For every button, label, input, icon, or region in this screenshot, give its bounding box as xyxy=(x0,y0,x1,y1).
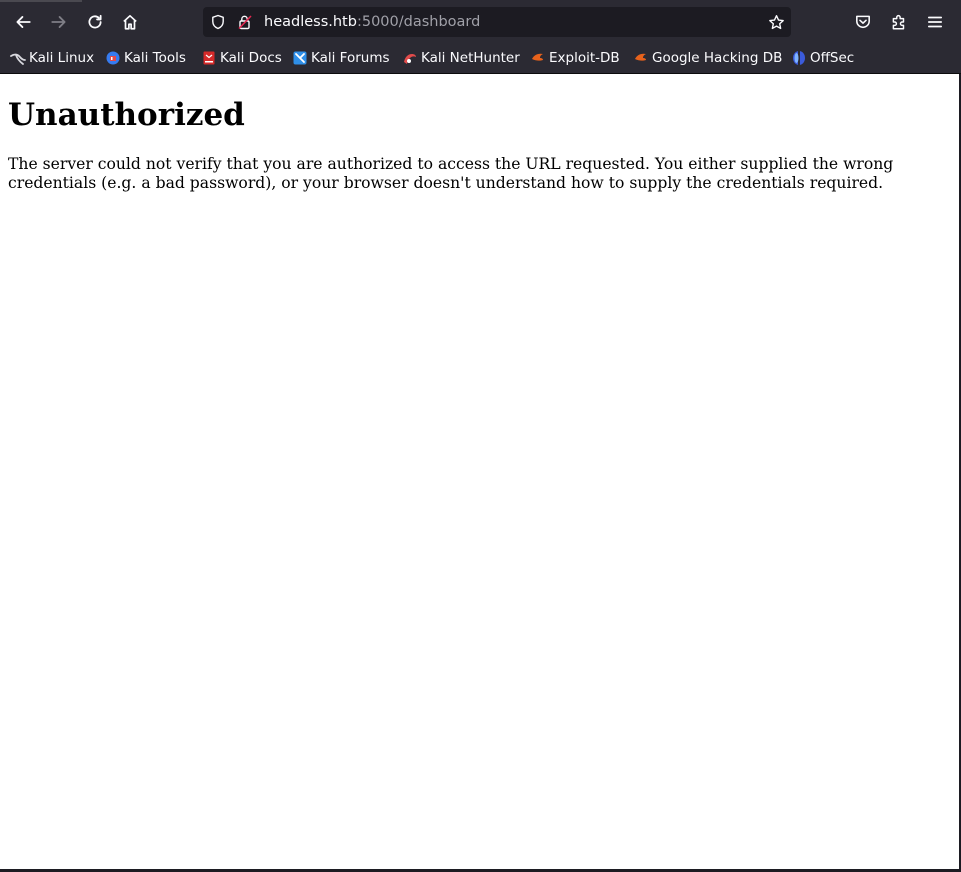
browser-toolbar: headless.htb:5000/dashboard xyxy=(0,0,961,44)
arrow-right-icon xyxy=(51,16,66,28)
page-title: Unauthorized xyxy=(8,97,245,133)
error-message: The server could not verify that you are… xyxy=(8,155,894,192)
shield-icon[interactable] xyxy=(209,13,227,31)
puzzle-icon xyxy=(892,14,905,30)
bookmark-label: Exploit-DB xyxy=(549,50,620,66)
bookmarks-toolbar: Kali Linux Kali Tools Kali Docs Kali For… xyxy=(0,44,961,74)
ghdb-icon xyxy=(635,53,646,61)
kali-tools-icon xyxy=(106,51,120,65)
pocket-button[interactable] xyxy=(849,8,877,36)
url-text[interactable]: headless.htb:5000/dashboard xyxy=(264,13,480,31)
url-host: headless.htb xyxy=(264,14,357,30)
star-icon[interactable] xyxy=(766,12,786,32)
bookmark-label: Kali Forums xyxy=(311,50,390,66)
home-icon xyxy=(123,14,137,30)
tab-strip-edge xyxy=(0,0,82,2)
bookmark-label: Kali Linux xyxy=(29,50,95,66)
reload-icon xyxy=(88,14,102,29)
bookmark-exploit-db[interactable]: Exploit-DB xyxy=(530,48,620,68)
bookmark-label: Google Hacking DB xyxy=(652,50,783,66)
page-content: Unauthorized The server could not verify… xyxy=(0,74,961,869)
address-bar[interactable]: headless.htb:5000/dashboard xyxy=(203,7,791,37)
pocket-icon xyxy=(856,15,870,29)
back-button[interactable] xyxy=(9,8,37,36)
bookmark-label: Kali Tools xyxy=(124,50,186,66)
forward-button[interactable] xyxy=(45,8,73,36)
bookmark-label: OffSec xyxy=(810,50,855,66)
extensions-button[interactable] xyxy=(885,8,913,36)
lock-warning-icon[interactable] xyxy=(236,13,254,31)
bookmark-label: Kali Docs xyxy=(220,50,282,66)
offsec-icon xyxy=(793,51,805,65)
url-path: :5000/dashboard xyxy=(356,14,481,30)
reload-button[interactable] xyxy=(81,8,109,36)
bookmark-kali-forums[interactable]: Kali Forums xyxy=(292,48,390,68)
kali-dragon-icon xyxy=(10,53,26,65)
kali-docs-icon xyxy=(203,51,215,65)
kali-forums-icon xyxy=(293,51,307,65)
bookmark-google-hacking-db[interactable]: Google Hacking DB xyxy=(633,48,782,68)
hamburger-menu-icon xyxy=(927,16,943,28)
menu-button[interactable] xyxy=(921,8,949,36)
home-button[interactable] xyxy=(116,8,144,36)
exploit-db-icon xyxy=(532,53,543,61)
bookmark-kali-nethunter[interactable]: Kali NetHunter xyxy=(402,48,520,68)
bookmark-label: Kali NetHunter xyxy=(421,50,520,66)
nethunter-icon xyxy=(404,54,416,64)
bookmark-offsec[interactable]: OffSec xyxy=(791,48,854,68)
bookmark-kali-docs[interactable]: Kali Docs xyxy=(201,48,282,68)
arrow-left-icon xyxy=(16,16,31,28)
bookmark-kali-linux[interactable]: Kali Linux xyxy=(10,48,94,68)
bookmark-kali-tools[interactable]: Kali Tools xyxy=(105,48,186,68)
